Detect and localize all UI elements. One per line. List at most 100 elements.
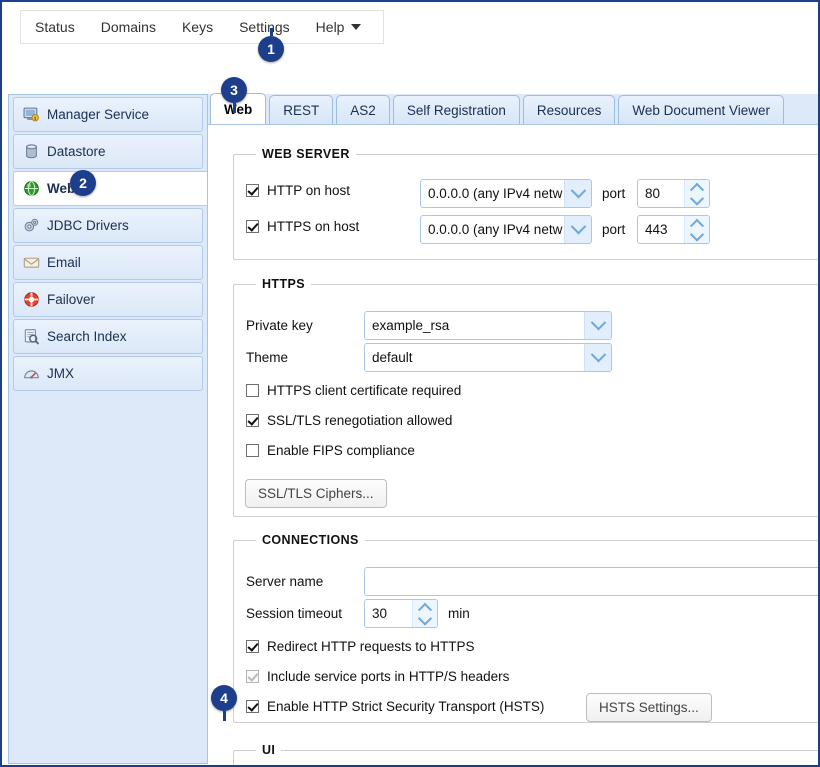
session-timeout-stepper[interactable]: 30: [364, 599, 438, 628]
https-port-stepper[interactable]: 443: [637, 215, 710, 244]
datastore-icon: [23, 143, 40, 160]
application-window: Status Domains Keys Settings Help Manage…: [0, 0, 820, 767]
sidebar-item-jdbc-drivers[interactable]: JDBC Drivers: [13, 208, 203, 243]
callout-badge-3-tail: [233, 103, 236, 113]
http-port-label: port: [602, 186, 625, 201]
callout-badge-4-tail: [223, 711, 226, 721]
callout-badge-1-tail: [270, 28, 273, 36]
http-host-value: 0.0.0.0 (any IPv4 netw: [421, 186, 564, 201]
https-client-cert-checkbox[interactable]: [246, 384, 259, 397]
tab-resources[interactable]: Resources: [523, 95, 616, 124]
menu-item-status[interactable]: Status: [35, 19, 75, 35]
connections-legend: CONNECTIONS: [256, 533, 365, 547]
http-port-spin-buttons[interactable]: [684, 180, 709, 207]
hsts-row: Enable HTTP Strict Security Transport (H…: [246, 699, 544, 714]
include-service-ports-label: Include service ports in HTTP/S headers: [267, 669, 509, 684]
https-port-spin-buttons[interactable]: [684, 216, 709, 243]
redirect-http-label: Redirect HTTP requests to HTTPS: [267, 639, 475, 654]
tab-rest[interactable]: REST: [269, 95, 333, 124]
https-on-host-label: HTTPS on host: [267, 219, 359, 234]
web-server-legend: WEB SERVER: [256, 147, 356, 161]
redirect-http-checkbox[interactable]: [246, 640, 259, 653]
web-globe-icon: [23, 180, 40, 197]
fips-compliance-checkbox[interactable]: [246, 444, 259, 457]
spinner-down-icon[interactable]: [685, 230, 709, 244]
http-on-host-row: HTTP on host: [246, 183, 350, 198]
https-client-cert-label: HTTPS client certificate required: [267, 383, 461, 398]
manager-service-icon: [23, 106, 40, 123]
http-host-select[interactable]: 0.0.0.0 (any IPv4 netw: [420, 179, 592, 208]
chevron-down-icon: [351, 24, 361, 30]
sidebar-item-label: JDBC Drivers: [47, 218, 129, 233]
failover-icon: [23, 291, 40, 308]
ssl-renegotiation-checkbox[interactable]: [246, 414, 259, 427]
ui-group: UI: [233, 743, 818, 765]
https-legend: HTTPS: [256, 277, 311, 291]
https-group: HTTPS Private key example_rsa Theme defa…: [233, 277, 818, 517]
private-key-select[interactable]: example_rsa: [364, 311, 612, 340]
theme-value: default: [365, 350, 584, 365]
ui-legend: UI: [256, 743, 281, 757]
search-index-icon: [23, 328, 40, 345]
ssl-renegotiation-label: SSL/TLS renegotiation allowed: [267, 413, 452, 428]
chevron-down-icon[interactable]: [564, 216, 591, 243]
menu-item-domains[interactable]: Domains: [101, 19, 156, 35]
tab-self-registration[interactable]: Self Registration: [393, 95, 520, 124]
tab-as2[interactable]: AS2: [336, 95, 390, 124]
https-host-select[interactable]: 0.0.0.0 (any IPv4 netw: [420, 215, 592, 244]
include-service-ports-row: Include service ports in HTTP/S headers: [246, 669, 509, 684]
chevron-down-icon[interactable]: [584, 344, 611, 371]
callout-badge-4-number: 4: [220, 690, 228, 706]
spinner-down-icon[interactable]: [685, 194, 709, 208]
sidebar-item-search-index[interactable]: Search Index: [13, 319, 203, 354]
callout-badge-1: 1: [258, 36, 284, 62]
https-client-cert-row: HTTPS client certificate required: [246, 383, 461, 398]
theme-label: Theme: [246, 350, 288, 365]
http-on-host-checkbox[interactable]: [246, 184, 259, 197]
callout-badge-4: 4: [211, 685, 237, 711]
http-port-stepper[interactable]: 80: [637, 179, 710, 208]
private-key-value: example_rsa: [365, 318, 584, 333]
server-name-input[interactable]: [364, 567, 818, 596]
session-timeout-value[interactable]: 30: [365, 600, 412, 627]
callout-badge-2-number: 2: [79, 175, 87, 191]
http-on-host-label: HTTP on host: [267, 183, 350, 198]
sidebar-item-web[interactable]: Web: [13, 171, 207, 206]
hsts-settings-button[interactable]: HSTS Settings...: [586, 693, 712, 722]
callout-badge-3-number: 3: [230, 82, 238, 98]
sidebar-item-label: Search Index: [47, 329, 127, 344]
sidebar-item-label: JMX: [47, 366, 74, 381]
menu-item-keys[interactable]: Keys: [182, 19, 213, 35]
https-host-value: 0.0.0.0 (any IPv4 netw: [421, 222, 564, 237]
hsts-checkbox[interactable]: [246, 700, 259, 713]
sidebar-item-email[interactable]: Email: [13, 245, 203, 280]
callout-badge-3: 3: [221, 77, 247, 103]
menu-item-help[interactable]: Help: [316, 19, 362, 35]
web-settings-content: WEB SERVER HTTP on host 0.0.0.0 (any IPv…: [208, 125, 818, 765]
sidebar-item-label: Datastore: [47, 144, 106, 159]
sidebar-item-manager-service[interactable]: Manager Service: [13, 97, 203, 132]
session-timeout-spin-buttons[interactable]: [412, 600, 437, 627]
tab-web-document-viewer[interactable]: Web Document Viewer: [618, 95, 784, 124]
https-port-value[interactable]: 443: [638, 216, 684, 243]
https-port-label: port: [602, 222, 625, 237]
menu-item-settings[interactable]: Settings: [239, 19, 290, 35]
https-on-host-checkbox[interactable]: [246, 220, 259, 233]
menu-item-help-label: Help: [316, 19, 345, 35]
spinner-down-icon[interactable]: [413, 614, 437, 628]
session-timeout-label: Session timeout: [246, 606, 342, 621]
sidebar-item-label: Failover: [47, 292, 95, 307]
sidebar-item-jmx[interactable]: JMX: [13, 356, 203, 391]
http-port-value[interactable]: 80: [638, 180, 684, 207]
theme-select[interactable]: default: [364, 343, 612, 372]
jdbc-drivers-icon: [23, 217, 40, 234]
sidebar-item-failover[interactable]: Failover: [13, 282, 203, 317]
ssl-tls-ciphers-button[interactable]: SSL/TLS Ciphers...: [245, 479, 387, 508]
https-on-host-row: HTTPS on host: [246, 219, 359, 234]
chevron-down-icon[interactable]: [584, 312, 611, 339]
callout-badge-1-number: 1: [267, 41, 275, 57]
chevron-down-icon[interactable]: [564, 180, 591, 207]
web-server-group: WEB SERVER HTTP on host 0.0.0.0 (any IPv…: [233, 147, 818, 260]
sidebar-item-datastore[interactable]: Datastore: [13, 134, 203, 169]
private-key-label: Private key: [246, 318, 313, 333]
